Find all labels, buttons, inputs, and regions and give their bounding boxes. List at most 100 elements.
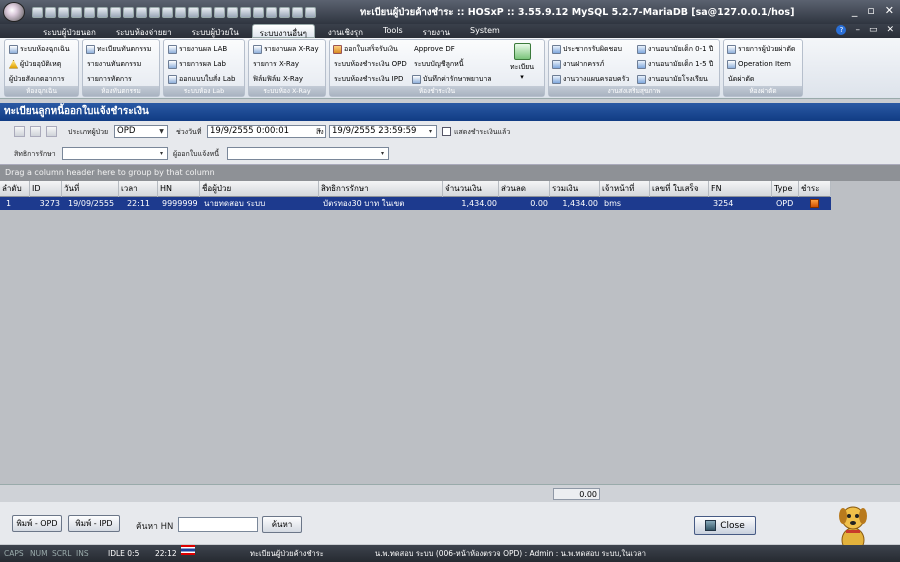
tab-tools[interactable]: Tools bbox=[376, 24, 410, 38]
qat-icon[interactable] bbox=[45, 6, 56, 18]
qat-icon[interactable] bbox=[162, 6, 173, 18]
tab-system[interactable]: System bbox=[463, 24, 507, 38]
column-header[interactable]: ID bbox=[30, 181, 62, 197]
search-hn-input[interactable] bbox=[178, 517, 258, 532]
ribbon-item[interactable]: ออกใบเสร็จรับเงิน bbox=[333, 43, 398, 55]
column-header[interactable]: จำนวนเงิน bbox=[443, 181, 499, 197]
ribbon-item[interactable]: งานฝากครรภ์ bbox=[552, 58, 604, 70]
column-header[interactable]: ชำระ bbox=[799, 181, 831, 197]
close-icon[interactable]: ✕ bbox=[886, 25, 894, 35]
register-big-button[interactable]: ทะเบียน ▾ bbox=[510, 43, 534, 81]
close-icon[interactable]: ✕ bbox=[885, 4, 894, 17]
close-button[interactable]: Close bbox=[694, 516, 756, 535]
ribbon-item[interactable]: ระบบบัญชีลูกหนี้ bbox=[414, 58, 464, 70]
column-header[interactable]: วันที่ bbox=[62, 181, 119, 197]
qat-icon[interactable] bbox=[58, 6, 69, 18]
ribbon-item[interactable]: ผู้ป่วยสังเกตอาการ bbox=[9, 73, 65, 85]
ribbon-item[interactable]: รายงานผล X-Ray bbox=[253, 43, 319, 55]
ribbon-item[interactable]: ฟิล์มฟิล์ม X-Ray bbox=[253, 73, 303, 85]
ribbon-item[interactable]: รายงานทันตกรรม bbox=[87, 58, 141, 70]
column-header[interactable]: ส่วนลด bbox=[499, 181, 550, 197]
ribbon-item[interactable]: ระบบห้องชำระเงิน IPD bbox=[334, 73, 403, 85]
tab-opd[interactable]: ระบบผู้ป่วยนอก bbox=[36, 24, 103, 38]
qat-icon[interactable] bbox=[227, 6, 238, 18]
ribbon-item[interactable]: ผู้ป่วยอุบัติเหตุ bbox=[9, 58, 61, 70]
ribbon-item[interactable]: รายการผู้ป่วยผ่าตัด bbox=[727, 43, 795, 55]
qat-icon[interactable] bbox=[201, 6, 212, 18]
tab-other-systems[interactable]: ระบบงานอื่นๆ bbox=[251, 24, 315, 38]
show-paid-checkbox[interactable] bbox=[442, 127, 451, 136]
ribbon-item[interactable]: ออกแบบใบสั่ง Lab bbox=[168, 73, 235, 85]
qat-icon[interactable] bbox=[123, 6, 134, 18]
ribbon-item[interactable]: ประชากรรับผิดชอบ bbox=[552, 43, 622, 55]
ribbon-item[interactable]: งานอนามัยโรงเรียน bbox=[637, 73, 708, 85]
qat-icon[interactable] bbox=[279, 6, 290, 18]
group-by-area[interactable]: Drag a column header here to group by th… bbox=[0, 165, 900, 181]
ribbon-item[interactable]: รายการ X-Ray bbox=[253, 58, 299, 70]
qat-icon[interactable] bbox=[253, 6, 264, 18]
issuer-select[interactable]: ▾ bbox=[227, 147, 389, 160]
qat-icon[interactable] bbox=[240, 6, 251, 18]
patient-type-select[interactable]: OPD ▼ bbox=[114, 125, 168, 138]
qat-icon[interactable] bbox=[266, 6, 277, 18]
tab-proactive[interactable]: งานเชิงรุก bbox=[321, 24, 370, 38]
qat-icon[interactable] bbox=[71, 6, 82, 18]
payment-icon[interactable] bbox=[810, 199, 819, 208]
tab-pharmacy[interactable]: ระบบห้องจ่ายยา bbox=[109, 24, 179, 38]
column-header[interactable]: เวลา bbox=[119, 181, 158, 197]
qat-icon[interactable] bbox=[188, 6, 199, 18]
ribbon-item[interactable]: รายงานผล LAB bbox=[168, 43, 227, 55]
qat-icon[interactable] bbox=[110, 6, 121, 18]
edit-icon[interactable] bbox=[30, 126, 41, 137]
qat-icon[interactable] bbox=[214, 6, 225, 18]
right-select[interactable]: ▾ bbox=[62, 147, 168, 160]
restore-icon[interactable]: ▭ bbox=[869, 25, 878, 35]
ribbon-item[interactable]: ทะเบียนทันตกรรม bbox=[86, 43, 151, 55]
ribbon-item[interactable]: งานอนามัยเด็ก 1-5 ปี bbox=[637, 58, 713, 70]
ribbon-item[interactable]: งานอนามัยเด็ก 0-1 ปี bbox=[637, 43, 713, 55]
minimize-icon[interactable]: – bbox=[855, 25, 860, 35]
ribbon-item[interactable]: ระบบห้องชำระเงิน OPD bbox=[334, 58, 407, 70]
qat-icon[interactable] bbox=[84, 6, 95, 18]
qat-icon[interactable] bbox=[136, 6, 147, 18]
column-header[interactable]: เจ้าหน้าที่ bbox=[600, 181, 650, 197]
qat-icon[interactable] bbox=[97, 6, 108, 18]
date-to-input[interactable]: 19/9/2555 23:59:59 ▾ bbox=[329, 125, 437, 138]
receipt-icon bbox=[333, 44, 342, 54]
ribbon-item[interactable]: ระบบห้องฉุกเฉิน bbox=[9, 43, 70, 55]
ribbon-item[interactable]: งานวางแผนครอบครัว bbox=[552, 73, 629, 85]
tab-reports[interactable]: รายงาน bbox=[416, 24, 457, 38]
date-from-input[interactable]: 19/9/2555 0:00:01 ▾ bbox=[207, 125, 326, 138]
qat-icon[interactable] bbox=[149, 6, 160, 18]
table-row[interactable]: 1 3273 19/09/2555 22:11 9999999 นายทดสอบ… bbox=[0, 197, 831, 210]
print-opd-button[interactable]: พิมพ์ - OPD bbox=[12, 515, 62, 532]
search-button[interactable]: ค้นหา bbox=[262, 516, 302, 533]
column-header[interactable]: เลขที่ ใบเสร็จ bbox=[650, 181, 709, 197]
column-header[interactable]: ชื่อผู้ป่วย bbox=[200, 181, 319, 197]
minimize-icon[interactable]: _ bbox=[852, 4, 858, 17]
qat-icon[interactable] bbox=[292, 6, 303, 18]
column-header[interactable]: HN bbox=[158, 181, 200, 197]
ribbon-item[interactable]: บันทึกค่ารักษาพยาบาล bbox=[412, 73, 492, 85]
qat-icon[interactable] bbox=[305, 6, 316, 18]
restore-icon[interactable]: ▫ bbox=[867, 4, 874, 17]
ribbon-item[interactable]: นัดผ่าตัด bbox=[728, 73, 754, 85]
new-icon[interactable] bbox=[14, 126, 25, 137]
tab-ipd[interactable]: ระบบผู้ป่วยใน bbox=[185, 24, 246, 38]
column-header[interactable]: สิทธิการรักษา bbox=[319, 181, 443, 197]
cell: 0.00 bbox=[530, 199, 548, 208]
delete-icon[interactable] bbox=[46, 126, 57, 137]
column-header[interactable]: Type bbox=[772, 181, 799, 197]
ribbon-item[interactable]: รายการผล Lab bbox=[168, 58, 226, 70]
qat-icon[interactable] bbox=[32, 6, 43, 18]
ribbon-item[interactable]: Approve DF bbox=[414, 43, 455, 55]
help-icon[interactable]: ? bbox=[836, 25, 847, 35]
qat-icon[interactable] bbox=[175, 6, 186, 18]
column-header[interactable]: รวมเงิน bbox=[550, 181, 600, 197]
column-header[interactable]: FN bbox=[709, 181, 772, 197]
ribbon-item[interactable]: Operation Item bbox=[727, 58, 791, 70]
ribbon-item[interactable]: รายการทัตการ bbox=[87, 73, 132, 85]
print-ipd-button[interactable]: พิมพ์ - IPD bbox=[68, 515, 120, 532]
app-logo[interactable] bbox=[0, 0, 28, 24]
column-header[interactable]: ลำดับ bbox=[0, 181, 30, 197]
